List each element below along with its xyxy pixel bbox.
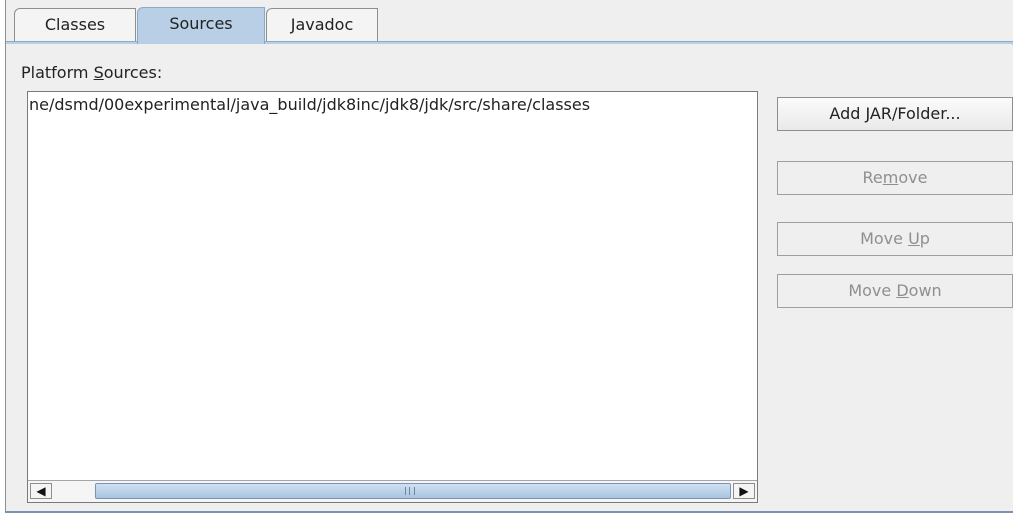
- button-text-prefix: Move: [848, 281, 897, 300]
- button-text-suffix: ove: [898, 168, 928, 187]
- tab-classes[interactable]: Classes: [14, 8, 136, 42]
- move-down-button[interactable]: Move Down: [777, 274, 1013, 308]
- remove-button[interactable]: Remove: [777, 161, 1013, 195]
- list-item[interactable]: ne/dsmd/00experimental/java_build/jdk8in…: [29, 95, 754, 114]
- grip-icon: [405, 487, 415, 495]
- platform-sources-label: Platform Sources:: [21, 63, 162, 82]
- button-text-suffix: p: [919, 229, 930, 248]
- right-arrow-icon[interactable]: ▶: [733, 483, 755, 499]
- scrollbar-thumb[interactable]: [95, 483, 731, 499]
- move-up-button[interactable]: Move Up: [777, 222, 1013, 256]
- button-text-suffix: own: [908, 281, 942, 300]
- tab-javadoc[interactable]: Javadoc: [266, 8, 378, 42]
- label-mnemonic: S: [93, 63, 104, 82]
- button-mnemonic: m: [882, 168, 899, 187]
- tab-sources[interactable]: Sources: [137, 7, 265, 44]
- horizontal-scrollbar[interactable]: ◀ ▶: [28, 480, 757, 502]
- button-text-prefix: Add: [829, 104, 866, 123]
- button-mnemonic: D: [896, 281, 909, 300]
- button-text-prefix: Re: [862, 168, 883, 187]
- label-suffix: ources:: [103, 63, 163, 82]
- tab-bar: Classes Sources Javadoc: [6, 0, 1013, 45]
- sources-list[interactable]: ne/dsmd/00experimental/java_build/jdk8in…: [27, 91, 758, 503]
- libraries-dialog-panel: Classes Sources Javadoc Platform Sources…: [5, 0, 1013, 513]
- button-text-suffix: AR/Folder...: [869, 104, 961, 123]
- label-prefix: Platform: [21, 63, 94, 82]
- sources-panel: Platform Sources: ne/dsmd/00experimental…: [6, 44, 1013, 511]
- button-text-prefix: Move: [860, 229, 909, 248]
- add-jar-folder-button[interactable]: Add JAR/Folder...: [777, 97, 1013, 131]
- left-arrow-icon[interactable]: ◀: [30, 483, 52, 499]
- button-mnemonic: U: [908, 229, 920, 248]
